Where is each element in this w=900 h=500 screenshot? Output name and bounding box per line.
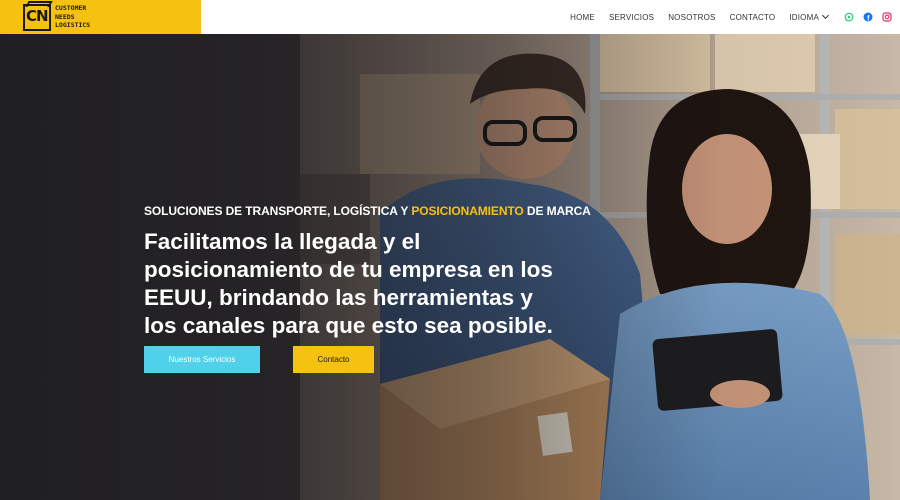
logo-mark: CN [23,1,53,31]
hero-content: SOLUCIONES DE TRANSPORTE, LOGÍSTICA Y PO… [144,204,591,373]
hero-headline: Facilitamos la llegada y el posicionamie… [144,229,553,338]
main-nav: HOME SERVICIOS NOSOTROS CONTACTO IDIOMA … [570,0,892,34]
hero-buttons: Nuestros Servicios Contacto [144,346,374,373]
hero-kicker: SOLUCIONES DE TRANSPORTE, LOGÍSTICA Y PO… [144,204,591,218]
nav-home[interactable]: HOME [570,13,595,22]
hero-kicker-highlight: POSICIONAMIENTO [411,204,524,218]
hero-section: SOLUCIONES DE TRANSPORTE, LOGÍSTICA Y PO… [0,34,900,500]
logo-text: CUSTOMER NEEDS LOGISTICS [55,4,91,29]
facebook-icon[interactable]: f [863,12,873,22]
language-dropdown-label: IDIOMA [789,12,819,22]
services-button[interactable]: Nuestros Servicios [144,346,260,373]
chevron-down-icon [821,11,830,20]
contact-button[interactable]: Contacto [293,346,374,373]
instagram-icon[interactable] [882,12,892,22]
language-dropdown[interactable]: IDIOMA [789,11,830,22]
nav-contacto[interactable]: CONTACTO [730,13,776,22]
site-header: CN CUSTOMER NEEDS LOGISTICS HOME SERVICI… [0,0,900,34]
logo[interactable]: CN CUSTOMER NEEDS LOGISTICS [0,0,201,34]
nav-nosotros[interactable]: NOSOTROS [668,13,715,22]
whatsapp-icon[interactable] [844,12,854,22]
nav-servicios[interactable]: SERVICIOS [609,13,654,22]
